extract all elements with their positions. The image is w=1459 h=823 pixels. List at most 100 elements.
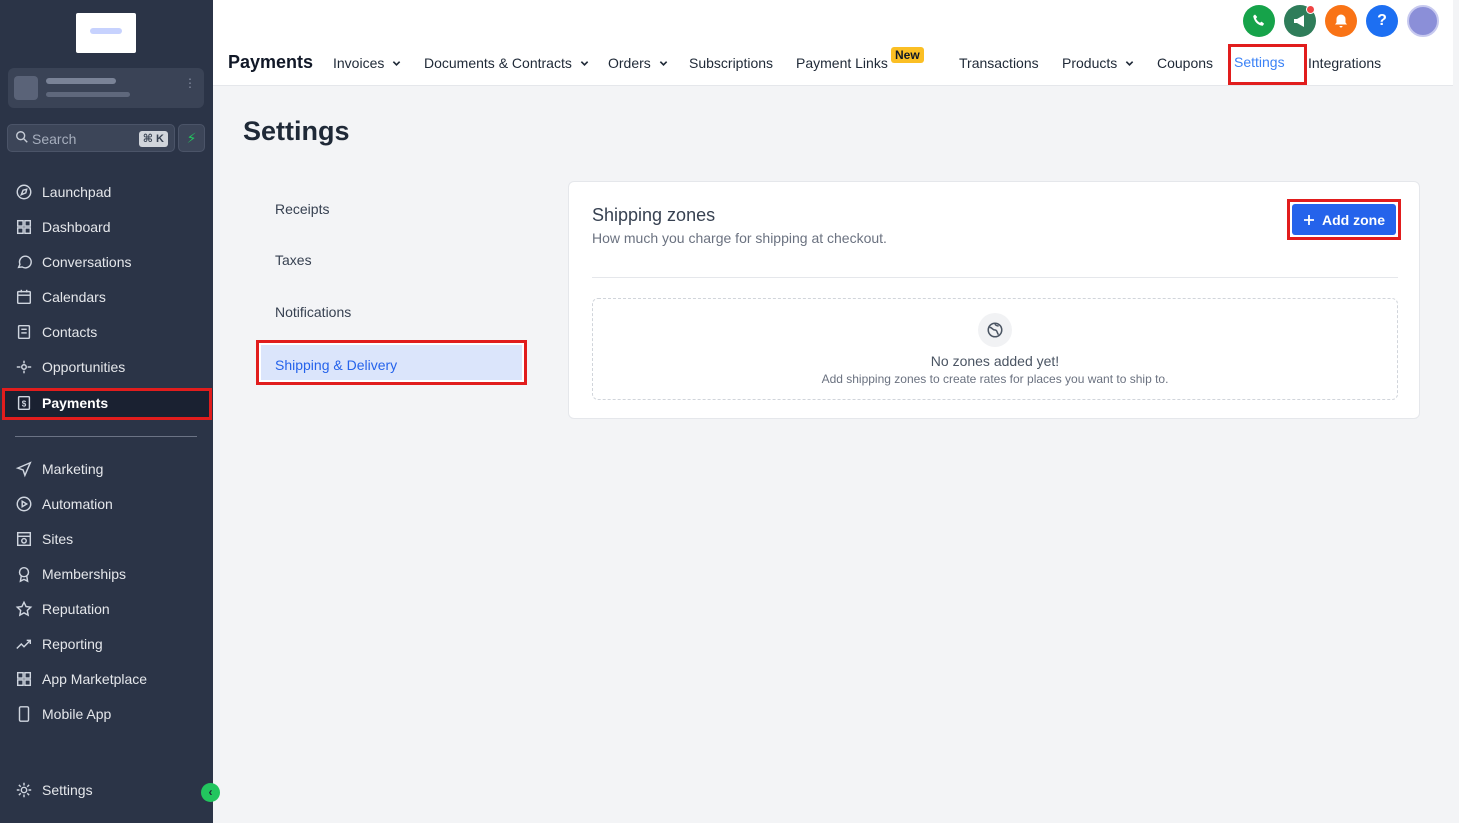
company-logo[interactable]: [76, 13, 136, 53]
add-zone-highlight: Add zone: [1287, 199, 1401, 240]
sidebar-item-label: Opportunities: [42, 359, 126, 375]
tab-settings[interactable]: Settings: [1234, 54, 1285, 70]
page-title: Settings: [243, 116, 350, 146]
plus-icon: [1304, 214, 1314, 225]
account-switcher[interactable]: ⋮: [8, 68, 204, 108]
empty-state: No zones added yet! Add shipping zones t…: [592, 298, 1398, 400]
search-input[interactable]: Search ⌘ K: [7, 124, 175, 152]
page-section-title: Payments: [228, 52, 314, 72]
new-badge: New: [891, 47, 924, 63]
sidebar-item-label: Launchpad: [42, 184, 112, 200]
payments-icon: $: [14, 393, 34, 413]
sidebar-item-label: Reporting: [42, 636, 103, 652]
globe-icon: [978, 313, 1012, 347]
tab-invoices[interactable]: Invoices: [333, 55, 401, 71]
sidebar-item-settings[interactable]: Settings: [14, 776, 204, 804]
sidebar-item-opportunities[interactable]: Opportunities: [14, 353, 204, 381]
top-navigation: ? Payments Invoices Documents & Contract…: [213, 0, 1453, 86]
subnav-shipping-delivery[interactable]: Shipping & Delivery: [256, 340, 527, 385]
grid-icon: [14, 217, 34, 237]
apps-icon: [14, 669, 34, 689]
sidebar-divider: [15, 436, 197, 437]
sidebar-item-label: Conversations: [42, 254, 132, 270]
sidebar-item-launchpad[interactable]: Launchpad: [14, 178, 204, 206]
bell-icon[interactable]: [1325, 5, 1357, 37]
sidebar-item-label: Calendars: [42, 289, 106, 305]
shipping-zones-card: Shipping zones How much you charge for s…: [568, 181, 1420, 419]
subnav-label: Shipping & Delivery: [275, 357, 398, 373]
tab-integrations[interactable]: Integrations: [1308, 55, 1381, 71]
sidebar-item-label: Sites: [42, 531, 74, 547]
sidebar-item-label: Marketing: [42, 461, 104, 477]
chevron-down-icon: [393, 60, 401, 66]
subnav-receipts[interactable]: Receipts: [275, 201, 329, 217]
add-zone-label: Add zone: [1322, 211, 1385, 228]
sidebar: ⋮ Search ⌘ K ⚡ Launchpad Dashboard Conve…: [0, 0, 220, 823]
chat-icon: [14, 252, 34, 272]
quick-action-bolt-icon[interactable]: ⚡: [178, 124, 205, 152]
tab-products[interactable]: Products: [1062, 55, 1134, 71]
sidebar-item-marketing[interactable]: Marketing: [14, 455, 204, 483]
sidebar-item-automation[interactable]: Automation: [14, 490, 204, 518]
sidebar-item-label: Dashboard: [42, 219, 111, 235]
card-title: Shipping zones: [592, 205, 716, 225]
sidebar-item-label: Automation: [42, 496, 113, 512]
tab-payment-links[interactable]: Payment Links: [796, 55, 888, 71]
empty-state-title: No zones added yet!: [930, 353, 1060, 369]
sidebar-item-label: Payments: [42, 395, 109, 411]
add-zone-button[interactable]: Add zone: [1292, 204, 1396, 235]
collapse-sidebar-icon[interactable]: ‹: [201, 783, 220, 802]
sidebar-item-label: Settings: [42, 782, 93, 798]
sidebar-item-label: App Marketplace: [42, 671, 148, 687]
sidebar-item-label: Contacts: [42, 324, 98, 340]
chevron-down-icon: [659, 60, 668, 66]
gear-icon: [14, 780, 34, 800]
contacts-icon: [14, 322, 34, 342]
account-avatar: [14, 76, 38, 100]
sidebar-item-reputation[interactable]: Reputation: [14, 595, 204, 623]
star-icon: [14, 599, 34, 619]
sidebar-item-payments[interactable]: $ Payments: [14, 389, 204, 417]
card-subtitle: How much you charge for shipping at chec…: [592, 230, 887, 246]
award-icon: [14, 564, 34, 584]
sidebar-item-label: Memberships: [42, 566, 127, 582]
sidebar-item-reporting[interactable]: Reporting: [14, 630, 204, 658]
help-icon[interactable]: ?: [1366, 5, 1398, 37]
announcement-icon[interactable]: [1284, 5, 1316, 37]
header-actions: ?: [1243, 5, 1439, 37]
tab-coupons[interactable]: Coupons: [1157, 55, 1213, 71]
sidebar-item-app-marketplace[interactable]: App Marketplace: [14, 665, 204, 693]
tab-orders[interactable]: Orders: [608, 55, 668, 71]
empty-state-description: Add shipping zones to create rates for p…: [821, 372, 1169, 386]
chevron-down-icon: [1126, 60, 1134, 66]
sidebar-item-label: Mobile App: [42, 706, 112, 722]
sidebar-item-conversations[interactable]: Conversations: [14, 248, 204, 276]
tab-documents-contracts[interactable]: Documents & Contracts: [424, 55, 589, 71]
sidebar-item-label: Reputation: [42, 601, 110, 617]
sidebar-item-dashboard[interactable]: Dashboard: [14, 213, 204, 241]
sidebar-item-calendars[interactable]: Calendars: [14, 283, 204, 311]
search-icon: [16, 131, 28, 143]
tab-transactions[interactable]: Transactions: [959, 55, 1039, 71]
phone-icon: [14, 704, 34, 724]
card-divider: [592, 277, 1398, 278]
chevron-down-icon: [580, 60, 589, 66]
send-icon: [14, 459, 34, 479]
shortcut-badge: ⌘ K: [138, 131, 168, 147]
automation-icon: [14, 494, 34, 514]
calendar-icon: [14, 287, 34, 307]
subnav-notifications[interactable]: Notifications: [275, 304, 351, 320]
switcher-icon: ⋮: [184, 76, 196, 90]
pipeline-icon: [14, 357, 34, 377]
tab-subscriptions[interactable]: Subscriptions: [689, 55, 773, 71]
subnav-taxes[interactable]: Taxes: [275, 252, 312, 268]
sites-icon: [14, 529, 34, 549]
trend-icon: [14, 634, 34, 654]
sidebar-item-mobile-app[interactable]: Mobile App: [14, 700, 204, 728]
sidebar-item-sites[interactable]: Sites: [14, 525, 204, 553]
phone-call-icon[interactable]: [1243, 5, 1275, 37]
sidebar-item-memberships[interactable]: Memberships: [14, 560, 204, 588]
sidebar-item-contacts[interactable]: Contacts: [14, 318, 204, 346]
rocket-icon: [14, 182, 34, 202]
avatar[interactable]: [1407, 5, 1439, 37]
